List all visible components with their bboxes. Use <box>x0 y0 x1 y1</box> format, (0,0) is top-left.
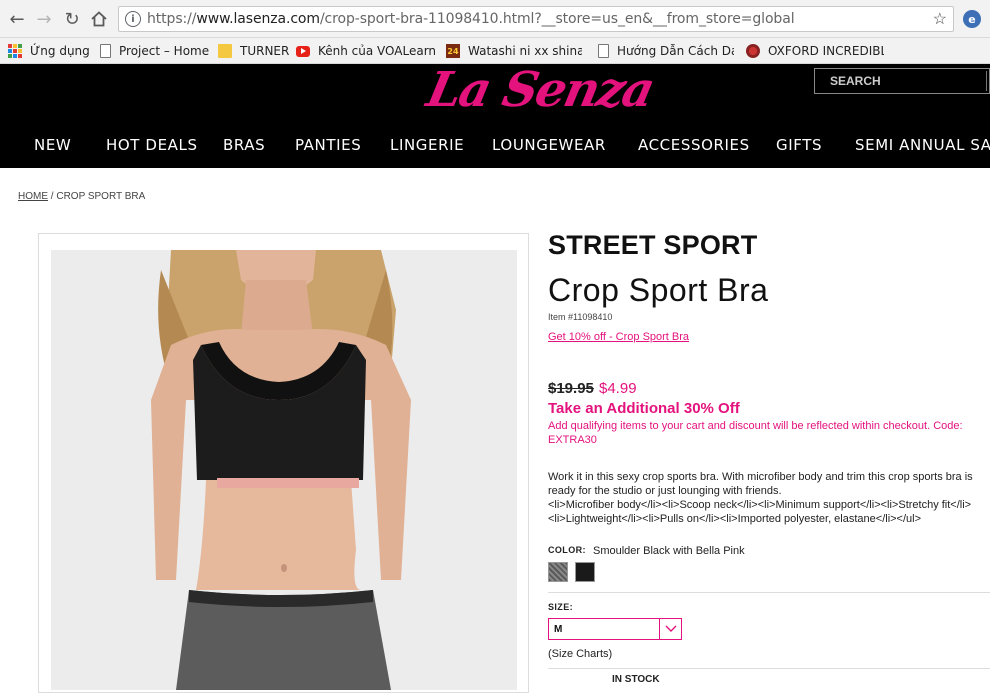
url-text[interactable]: https://www.lasenza.com/crop-sport-bra-1… <box>147 11 795 27</box>
sale-price: $4.99 <box>599 380 637 397</box>
nav-bras[interactable]: BRAS <box>223 136 265 154</box>
item-number: Item #11098410 <box>548 312 613 322</box>
nav-accessories[interactable]: ACCESSORIES <box>638 136 750 154</box>
nav-lingerie[interactable]: LINGERIE <box>390 136 464 154</box>
extension-icon[interactable]: e <box>963 10 981 28</box>
product-title: Crop Sport Bra <box>548 272 769 308</box>
divider <box>548 592 990 593</box>
reload-icon[interactable]: ↻ <box>61 8 83 30</box>
bookmark-voa[interactable]: Kênh của VOALearnir <box>296 41 436 61</box>
youtube-icon <box>296 45 310 57</box>
bookmark-oxford[interactable]: OXFORD INCREDIBLE <box>746 41 884 61</box>
bookmark-turner[interactable]: TURNER <box>218 41 290 61</box>
page-icon <box>598 44 609 58</box>
browser-toolbar: ← → ↻ i https://www.lasenza.com/crop-spo… <box>0 0 990 38</box>
description-raw-list: <li>Microfiber body</li><li>Scoop neck</… <box>548 499 972 525</box>
product-photo[interactable] <box>51 250 517 690</box>
size-select[interactable]: M <box>548 618 682 640</box>
oxford-icon <box>746 44 760 58</box>
size-charts-link[interactable]: (Size Charts) <box>548 648 612 660</box>
original-price: $19.95 <box>548 380 594 397</box>
nav-semi-annual-sale[interactable]: SEMI ANNUAL SAL <box>855 136 990 154</box>
site-header: La Senza NEW HOT DEALS BRAS PANTIES LING… <box>0 62 990 168</box>
nav-gifts[interactable]: GIFTS <box>776 136 822 154</box>
breadcrumb-current: CROP SPORT BRA <box>56 191 146 202</box>
breadcrumb-home[interactable]: HOME <box>18 191 48 202</box>
page-icon <box>100 44 111 58</box>
bookmark-star-icon[interactable]: ☆ <box>933 9 947 29</box>
size-label: SIZE: <box>548 602 574 612</box>
nav-new[interactable]: NEW <box>34 136 71 154</box>
product-brand: STREET SPORT <box>548 230 758 260</box>
swatch-heather-grey[interactable] <box>548 562 568 582</box>
size-value: M <box>554 624 563 635</box>
home-icon[interactable] <box>88 8 110 30</box>
chevron-down-icon[interactable] <box>659 619 681 639</box>
nav-hot-deals[interactable]: HOT DEALS <box>106 136 198 154</box>
back-arrow-icon[interactable]: ← <box>6 8 28 30</box>
bookmark-project-home[interactable]: Project – Home <box>100 41 212 61</box>
breadcrumb: HOME / CROP SPORT BRA <box>18 191 146 202</box>
bookmark-apps[interactable]: Ứng dụng <box>8 41 98 61</box>
search-input[interactable] <box>815 69 985 93</box>
site-info-icon[interactable]: i <box>125 11 141 27</box>
search-box[interactable] <box>814 68 990 94</box>
color-label: COLOR: <box>548 545 586 555</box>
apps-grid-icon <box>8 44 22 58</box>
swatch-black[interactable] <box>575 562 595 582</box>
folder-icon <box>218 44 232 58</box>
product-description: Work it in this sexy crop sports bra. Wi… <box>548 470 988 526</box>
promo-description: Add qualifying items to your cart and di… <box>548 420 963 446</box>
product-image-frame <box>38 233 529 693</box>
description-text: Work it in this sexy crop sports bra. Wi… <box>548 471 973 497</box>
nav-panties[interactable]: PANTIES <box>295 136 361 154</box>
divider <box>548 668 990 669</box>
la-senza-logo[interactable]: La Senza <box>422 62 658 118</box>
promo-link[interactable]: Get 10% off - Crop Sport Bra <box>548 331 689 343</box>
bookmark-watashi[interactable]: 24 Watashi ni xx shinasa <box>446 41 582 61</box>
address-bar[interactable]: i https://www.lasenza.com/crop-sport-bra… <box>118 6 954 32</box>
site-24-icon: 24 <box>446 44 460 58</box>
bookmarks-bar: Ứng dụng Project – Home TURNER Kênh của … <box>0 38 990 64</box>
nav-loungewear[interactable]: LOUNGEWEAR <box>492 136 606 154</box>
bookmark-huong-dan[interactable]: Hướng Dẫn Cách Day <box>598 41 734 61</box>
color-value: Smoulder Black with Bella Pink <box>593 545 745 557</box>
forward-arrow-icon[interactable]: → <box>33 8 55 30</box>
promo-heading: Take an Additional 30% Off <box>548 400 740 417</box>
